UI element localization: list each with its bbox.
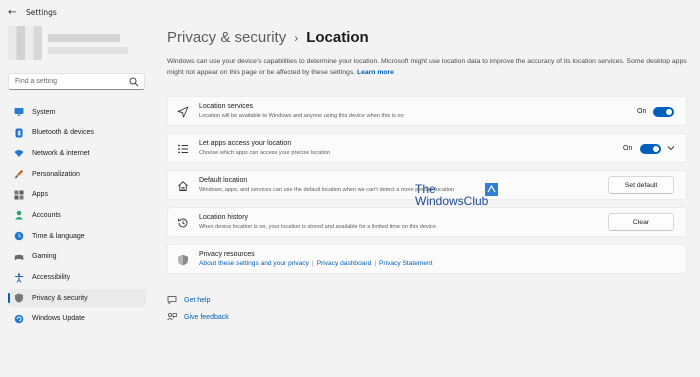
- sidebar-item-bluetooth[interactable]: Bluetooth & devices: [8, 124, 146, 142]
- app-title: Settings: [26, 8, 57, 17]
- learn-more-link[interactable]: Learn more: [357, 69, 394, 76]
- give-feedback-label: Give feedback: [184, 313, 229, 321]
- privacy-about-link[interactable]: About these settings and your privacy: [199, 260, 309, 267]
- sidebar-item-label: Accounts: [32, 211, 61, 219]
- watermark-line2: WindowsClub: [415, 194, 489, 208]
- sidebar-item-network[interactable]: Network & internet: [8, 144, 146, 162]
- privacy-links: About these settings and your privacy | Pr…: [199, 260, 433, 267]
- user-profile[interactable]: [8, 26, 128, 62]
- sidebar-item-label: Gaming: [32, 253, 57, 261]
- sidebar-item-label: Privacy & security: [32, 294, 88, 302]
- person-icon: [14, 210, 24, 220]
- link-separator: |: [374, 260, 377, 267]
- sidebar-item-accounts[interactable]: Accounts: [8, 206, 146, 224]
- breadcrumb-parent[interactable]: Privacy & security: [167, 29, 286, 46]
- globe-clock-icon: [14, 231, 24, 241]
- card-title: Location history: [199, 214, 249, 221]
- sidebar-item-apps[interactable]: Apps: [8, 186, 146, 204]
- user-name-blurred: [48, 34, 120, 42]
- card-title: Let apps access your location: [199, 140, 292, 147]
- update-icon: [14, 314, 24, 324]
- apps-access-card[interactable]: Let apps access your location Choose whi…: [167, 133, 687, 163]
- toggle-state-label: On: [623, 145, 633, 152]
- brush-icon: [14, 169, 24, 179]
- monitor-icon: [14, 107, 24, 117]
- card-subtitle: Choose which apps can access your precis…: [199, 150, 331, 156]
- feedback-icon: [167, 312, 177, 321]
- chevron-down-icon[interactable]: [666, 143, 676, 153]
- history-icon: [177, 218, 188, 228]
- chat-help-icon: [167, 296, 177, 305]
- card-subtitle: When device location is on, your locatio…: [199, 224, 436, 230]
- sidebar-item-windows-update[interactable]: Windows Update: [8, 310, 146, 328]
- sidebar-item-system[interactable]: System: [8, 103, 146, 121]
- location-services-toggle[interactable]: [653, 107, 674, 117]
- search-icon: [129, 77, 139, 87]
- search-box[interactable]: [8, 73, 145, 90]
- user-email-blurred: [48, 47, 128, 54]
- sidebar-item-gaming[interactable]: Gaming: [8, 248, 146, 266]
- avatar: [8, 26, 42, 60]
- card-title: Privacy resources: [199, 251, 255, 258]
- home-icon: [178, 181, 188, 191]
- clear-button[interactable]: Clear: [608, 213, 674, 231]
- sidebar-nav: System Bluetooth & devices Network & int…: [8, 103, 146, 331]
- sidebar-item-privacy-security[interactable]: Privacy & security: [8, 289, 146, 308]
- location-arrow-icon: [177, 106, 189, 118]
- title-bar: ← Settings: [0, 0, 700, 26]
- sidebar-item-label: Time & language: [32, 232, 85, 240]
- sidebar-item-label: Windows Update: [32, 315, 85, 323]
- sidebar-item-accessibility[interactable]: Accessibility: [8, 269, 146, 287]
- list-icon: [178, 144, 188, 154]
- shield-icon: [14, 293, 24, 303]
- link-separator: |: [311, 260, 314, 267]
- apps-access-toggle[interactable]: [640, 144, 661, 154]
- card-title: Default location: [199, 177, 248, 184]
- wifi-icon: [14, 148, 24, 158]
- shield-icon: [178, 254, 188, 266]
- watermark: The WindowsClub: [415, 182, 505, 212]
- sidebar-item-label: Personalization: [32, 170, 80, 178]
- description-text: Windows can use your device's capabiliti…: [167, 58, 687, 76]
- privacy-resources-card: Privacy resources About these settings a…: [167, 244, 687, 274]
- sidebar-item-label: Network & internet: [32, 149, 90, 157]
- page-description: Windows can use your device's capabiliti…: [167, 57, 687, 78]
- sidebar-item-label: Accessibility: [32, 274, 71, 281]
- card-subtitle: Location will be available to Windows an…: [199, 113, 404, 119]
- search-input[interactable]: [15, 76, 125, 87]
- card-title: Location services: [199, 103, 254, 110]
- breadcrumb-separator: ›: [294, 31, 299, 45]
- apps-icon: [14, 190, 24, 200]
- gamepad-icon: [14, 252, 24, 262]
- breadcrumb: Privacy & security › Location: [167, 29, 369, 46]
- sidebar-item-label: Apps: [32, 191, 48, 199]
- accessibility-icon: [14, 272, 24, 283]
- give-feedback-link[interactable]: Give feedback: [167, 312, 229, 322]
- toggle-state-label: On: [637, 108, 647, 115]
- privacy-statement-link[interactable]: Privacy Statement: [379, 260, 433, 267]
- page-title: Location: [306, 29, 369, 46]
- privacy-dashboard-link[interactable]: Privacy dashboard: [317, 260, 372, 267]
- bluetooth-icon: [14, 128, 24, 138]
- location-services-card: Location services Location will be avail…: [167, 96, 687, 126]
- sidebar-item-personalization[interactable]: Personalization: [8, 165, 146, 183]
- back-arrow-icon[interactable]: ←: [8, 7, 16, 18]
- sidebar-item-label: System: [32, 108, 56, 116]
- set-default-button[interactable]: Set default: [608, 176, 674, 194]
- get-help-label: Get help: [184, 296, 211, 304]
- get-help-link[interactable]: Get help: [167, 295, 210, 305]
- sidebar-item-label: Bluetooth & devices: [32, 129, 94, 137]
- sidebar-item-time-language[interactable]: Time & language: [8, 227, 146, 245]
- watermark-logo-icon: [485, 183, 498, 196]
